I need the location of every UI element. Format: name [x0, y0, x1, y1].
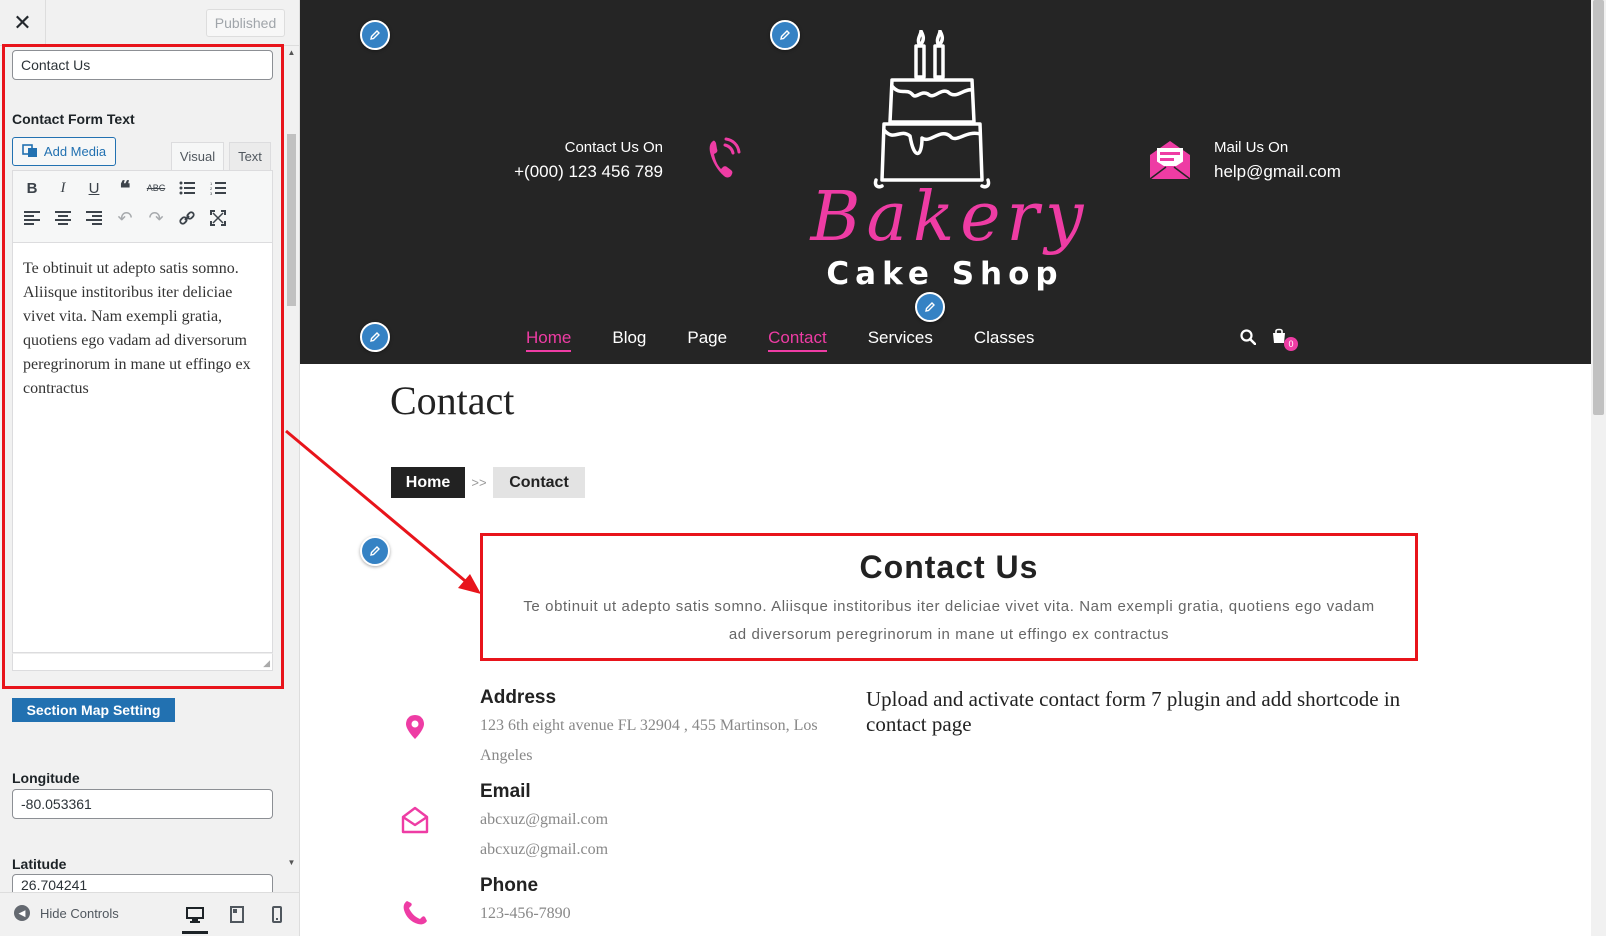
customizer-sidebar: ✕ Published ▲ ▼ Contact Form Text Add Me… [0, 0, 300, 936]
contact-us-section: Contact Us Te obtinuit ut adepto satis s… [480, 533, 1418, 661]
logo-cakeshop-text: Cake Shop [826, 256, 1064, 292]
location-pin-icon [400, 712, 430, 742]
cake-icon [873, 30, 991, 189]
mail-on-label: Mail Us On [1214, 139, 1289, 156]
nav-item-classes[interactable]: Classes [974, 326, 1034, 352]
contact-us-description: Te obtinuit ut adepto satis somno. Aliis… [523, 598, 1375, 643]
breadcrumb-separator: >> [471, 475, 487, 490]
preview-scrollbar-thumb[interactable] [1593, 0, 1604, 415]
longitude-label: Longitude [12, 770, 80, 786]
sidebar-footer: ◀ Hide Controls [0, 892, 299, 936]
edit-shortcut-icon[interactable] [770, 20, 800, 50]
site-logo[interactable]: Bakery Cake Shop [800, 30, 1090, 292]
highlight-annotation-box [2, 44, 284, 689]
phone-icon [400, 898, 430, 928]
nav-item-contact[interactable]: Contact [768, 326, 827, 352]
scroll-up-arrow-icon[interactable]: ▲ [287, 48, 296, 58]
edit-shortcut-icon[interactable] [360, 322, 390, 352]
cart-count-badge: 0 [1284, 337, 1298, 351]
envelope-icon [1148, 139, 1192, 183]
edit-shortcut-icon[interactable] [360, 536, 390, 566]
phone-number[interactable]: 123-456-7890 [480, 899, 571, 929]
nav-item-page[interactable]: Page [687, 326, 727, 352]
latitude-label: Latitude [12, 856, 67, 872]
address-title: Address [480, 687, 557, 708]
email-address-2[interactable]: abcxuz@gmail.com [480, 835, 608, 865]
search-icon[interactable] [1240, 329, 1257, 350]
contact-form-plugin-note: Upload and activate contact form 7 plugi… [866, 687, 1401, 736]
contact-us-heading: Contact Us [859, 549, 1039, 585]
phone-ringing-icon [707, 137, 743, 179]
close-icon[interactable]: ✕ [0, 0, 46, 46]
phone-title: Phone [480, 875, 539, 896]
email-title: Email [480, 781, 531, 802]
hide-controls-button[interactable]: ◀ Hide Controls [14, 905, 119, 921]
breadcrumb-home[interactable]: Home [391, 467, 465, 498]
collapse-arrow-icon: ◀ [14, 905, 30, 921]
section-map-setting-button[interactable]: Section Map Setting [12, 698, 175, 722]
hide-controls-label: Hide Controls [40, 905, 119, 921]
envelope-open-icon [400, 805, 430, 835]
nav-item-home[interactable]: Home [526, 326, 572, 352]
mobile-preview-icon[interactable] [264, 901, 290, 927]
header-contact-info: Contact Us On +(000) 123 456 789 [514, 138, 663, 186]
logo-bakery-text: Bakery [810, 178, 1090, 257]
mail-address: help@gmail.com [1214, 162, 1341, 181]
sidebar-scrollbar-thumb[interactable] [287, 134, 296, 306]
breadcrumb: Home >> Contact [391, 467, 585, 498]
desktop-preview-icon[interactable] [182, 898, 208, 934]
email-address-1[interactable]: abcxuz@gmail.com [480, 805, 608, 835]
nav-item-blog[interactable]: Blog [612, 326, 646, 352]
sidebar-header: ✕ Published [0, 0, 299, 46]
edit-shortcut-icon[interactable] [915, 292, 945, 322]
site-preview: Contact Us On +(000) 123 456 789 Mail Us… [300, 0, 1606, 936]
customizer-window: ✕ Published ▲ ▼ Contact Form Text Add Me… [0, 0, 1606, 936]
scroll-down-arrow-icon[interactable]: ▼ [287, 858, 296, 868]
site-header: Contact Us On +(000) 123 456 789 Mail Us… [300, 0, 1591, 364]
contact-phone: +(000) 123 456 789 [514, 162, 663, 181]
published-button[interactable]: Published [206, 9, 285, 37]
address-text: 123 6th eight avenue FL 32904 , 455 Mart… [480, 717, 818, 764]
nav-item-services[interactable]: Services [868, 326, 933, 352]
page-title: Contact [390, 378, 515, 423]
contact-on-label: Contact Us On [564, 139, 663, 156]
longitude-input[interactable] [12, 789, 273, 819]
header-mail-info: Mail Us On help@gmail.com [1214, 138, 1341, 186]
tablet-preview-icon[interactable] [224, 901, 250, 927]
edit-shortcut-icon[interactable] [360, 20, 390, 50]
breadcrumb-current: Contact [493, 467, 585, 498]
main-navigation: Home Blog Page Contact Services Classes [526, 326, 1075, 352]
